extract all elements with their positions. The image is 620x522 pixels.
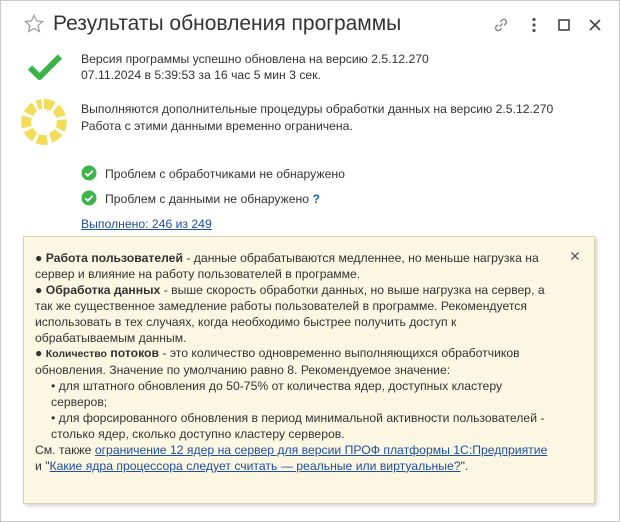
data-check-row: Проблем с данными не обнаружено ? bbox=[105, 192, 320, 206]
progress-row: Выполнено: 246 из 249 bbox=[81, 217, 212, 231]
link-icon[interactable] bbox=[491, 15, 511, 35]
progress-link[interactable]: Выполнено: 246 из 249 bbox=[81, 217, 212, 231]
tooltip-paragraph-users: ● Работа пользователей - данные обрабаты… bbox=[35, 251, 539, 281]
success-check-icon bbox=[27, 54, 63, 80]
data-check-label: Проблем с данными не обнаружено bbox=[105, 192, 310, 206]
update-results-window: Результаты обновления программы Версия п… bbox=[0, 0, 620, 522]
threads-title: потоков bbox=[110, 346, 159, 361]
info-tooltip: ● Работа пользователей - данные обрабаты… bbox=[23, 236, 595, 504]
star-icon[interactable] bbox=[23, 13, 45, 35]
processing-line-2: Работа с этими данными временно ограниче… bbox=[81, 119, 353, 133]
tooltip-sub-item-1: • для штатного обновления до 50-75% от к… bbox=[51, 379, 503, 410]
tooltip-see-also: См. также ограничение 12 ядер на сервер … bbox=[35, 442, 548, 473]
data-ok-icon bbox=[81, 190, 97, 206]
status-line-time: 07.11.2024 в 5:39:53 за 16 час 5 мин 3 с… bbox=[81, 68, 321, 82]
window-title: Результаты обновления программы bbox=[53, 12, 402, 35]
cores-limit-link[interactable]: ограничение 12 ядер на сервер для версии… bbox=[95, 443, 548, 457]
tooltip-paragraph-data: ● Обработка данных - выше скорость обраб… bbox=[35, 282, 545, 345]
users-mode-title: Работа пользователей bbox=[45, 251, 183, 265]
help-button[interactable]: ? bbox=[312, 192, 319, 206]
tooltip-sub-item-2: • для форсированного обновления в период… bbox=[51, 411, 545, 441]
cores-faq-link[interactable]: Какие ядра процессора следует считать — … bbox=[50, 459, 461, 473]
tooltip-text: ● Работа пользователей - данные обрабаты… bbox=[35, 251, 555, 475]
handlers-check-label: Проблем с обработчиками не обнаружено bbox=[105, 167, 345, 181]
close-icon[interactable] bbox=[585, 15, 605, 35]
status-line-version: Версия программы успешно обновлена на ве… bbox=[81, 52, 429, 66]
tooltip-paragraph-threads: ● Количество потоков - это количество од… bbox=[35, 346, 520, 378]
titlebar: Результаты обновления программы bbox=[1, 1, 619, 51]
handlers-ok-icon bbox=[81, 165, 97, 181]
spinner-icon bbox=[21, 99, 67, 145]
tooltip-close-icon[interactable] bbox=[569, 250, 581, 262]
processing-line-1: Выполняются дополнительные процедуры обр… bbox=[81, 102, 554, 116]
data-mode-title: Обработка данных bbox=[45, 282, 161, 297]
maximize-icon[interactable] bbox=[554, 15, 574, 35]
more-menu-icon[interactable] bbox=[524, 15, 544, 35]
